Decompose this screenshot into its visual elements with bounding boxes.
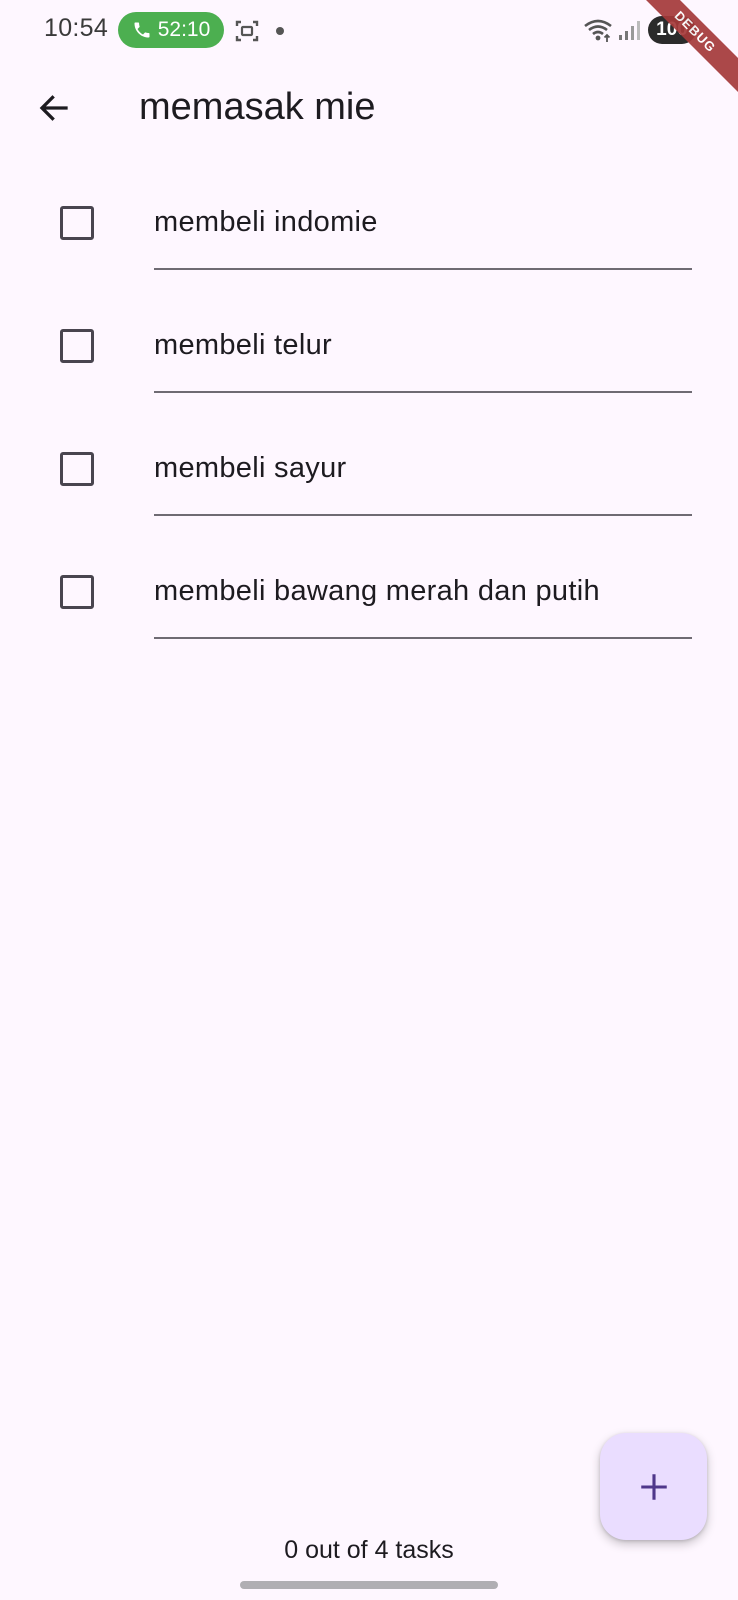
wifi-icon [584,19,612,42]
task-row: membeli sayur [0,422,738,545]
task-checkbox[interactable] [60,329,94,363]
task-counter: 0 out of 4 tasks [284,1536,454,1564]
ongoing-call-pill[interactable]: 52:10 [118,12,224,48]
task-row: membeli bawang merah dan putih [0,545,738,668]
add-task-button[interactable] [600,1433,707,1540]
back-button[interactable] [30,84,78,132]
task-text-field[interactable]: membeli sayur [154,422,692,516]
call-duration: 52:10 [157,18,211,41]
status-bar: 10:54 52:10 100 [0,0,738,60]
task-list: membeli indomie membeli telur membeli sa… [0,176,738,668]
arrow-back-icon [39,95,68,121]
app-bar: memasak mie [0,60,738,156]
signal-icon [619,21,640,40]
app-screen: 10:54 52:10 100 DEBUG memasak mie membel… [0,0,738,1600]
task-checkbox[interactable] [60,206,94,240]
task-text-field[interactable]: membeli indomie [154,176,692,270]
add-icon [640,1473,667,1500]
page-title: memasak mie [139,86,376,128]
task-text-field[interactable]: membeli bawang merah dan putih [154,545,692,639]
task-checkbox[interactable] [60,452,94,486]
task-label: membeli indomie [154,206,378,238]
task-row: membeli indomie [0,176,738,299]
task-label: membeli bawang merah dan putih [154,575,600,607]
task-text-field[interactable]: membeli telur [154,299,692,393]
screenshot-icon [235,20,259,42]
task-label: membeli telur [154,329,332,361]
notification-dot [276,27,284,35]
phone-icon [134,22,150,38]
task-checkbox[interactable] [60,575,94,609]
task-row: membeli telur [0,299,738,422]
home-indicator[interactable] [240,1581,498,1589]
status-time: 10:54 [44,14,109,42]
task-label: membeli sayur [154,452,347,484]
